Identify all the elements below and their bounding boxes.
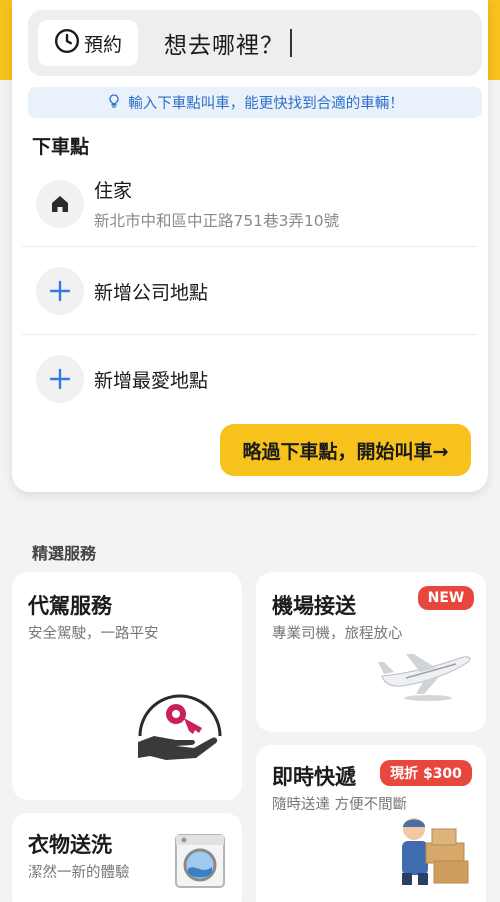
hint-banner: 輸入下車點叫車，能更快找到合適的車輛！ [28,87,482,118]
washing-machine-icon [172,833,228,893]
service-airport-transfer[interactable]: 機場接送 NEW 專業司機，旅程放心 [256,572,486,732]
courier-boxes-icon [394,815,470,891]
service-laundry[interactable]: 衣物送洗 潔然一新的體驗 [12,813,242,902]
service-title: 代駕服務 [28,594,112,618]
place-home[interactable]: 住家 新北市中和區中正路751巷3弄10號 [20,176,480,231]
service-express-delivery[interactable]: 即時快遞 現折 $300 隨時送達 方便不間斷 [256,745,486,902]
add-company-place[interactable]: 新增公司地點 [20,267,480,315]
add-favorite-place[interactable]: 新增最愛地點 [20,355,480,403]
service-title: 即時快遞 [272,765,356,789]
new-badge: NEW [418,586,474,610]
add-company-label: 新增公司地點 [94,281,209,304]
skip-dropoff-button[interactable]: 略過下車點，開始叫車→ [220,424,471,476]
add-favorite-label: 新增最愛地點 [94,369,209,392]
airplane-icon [376,650,476,708]
service-designated-driver[interactable]: 代駕服務 安全駕駛，一路平安 [12,572,242,800]
destination-card: 預約 想去哪裡？ 輸入下車點叫車，能更快找到合適的車輛！ 下車點 住家 新北市中… [12,0,488,492]
clock-icon [54,28,80,59]
discount-badge: 現折 $300 [380,760,472,786]
place-home-name: 住家 [94,180,133,202]
reserve-label: 預約 [83,33,122,56]
plus-icon [36,355,84,403]
dropoff-section-title: 下車點 [32,136,90,158]
service-title: 機場接送 [272,594,356,618]
lightbulb-icon [106,93,122,113]
service-subtitle: 安全駕駛，一路平安 [28,626,159,642]
text-caret [290,29,292,57]
service-subtitle: 專業司機，旅程放心 [272,626,403,642]
car-key-hand-icon [132,678,228,772]
service-subtitle: 隨時送達 方便不間斷 [272,797,408,813]
search-bar[interactable]: 預約 想去哪裡？ [28,10,482,76]
hint-text: 輸入下車點叫車，能更快找到合適的車輛！ [128,96,404,112]
destination-prompt: 想去哪裡？ [164,33,284,59]
place-home-address: 新北市中和區中正路751巷3弄10號 [94,212,340,230]
destination-input[interactable]: 想去哪裡？ [164,20,292,66]
home-icon [36,179,84,228]
service-subtitle: 潔然一新的體驗 [28,865,130,881]
reserve-button[interactable]: 預約 [38,20,138,66]
plus-icon [36,267,84,315]
services-section-title: 精選服務 [32,544,97,563]
divider [22,246,478,247]
service-title: 衣物送洗 [28,833,112,857]
divider [22,334,478,335]
